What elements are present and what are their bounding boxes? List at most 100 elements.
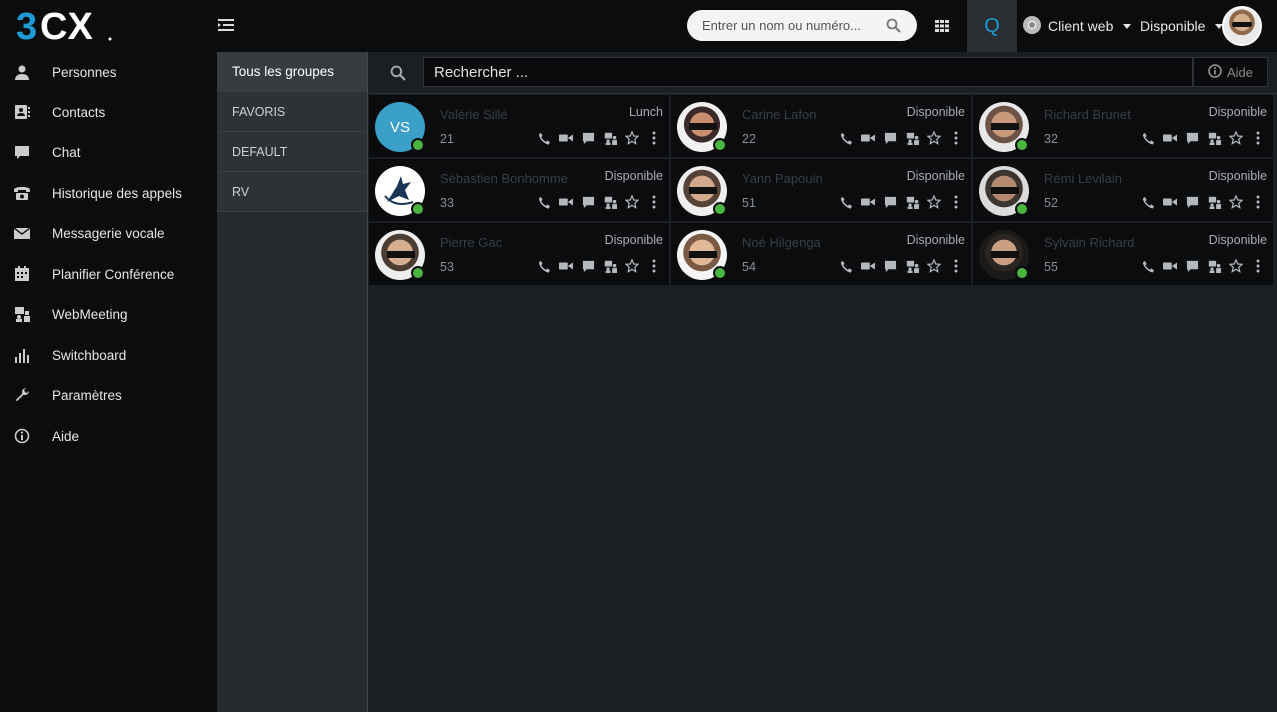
webmeeting-icon[interactable]	[905, 131, 919, 145]
queue-button[interactable]: Q	[967, 0, 1017, 52]
video-icon[interactable]	[559, 259, 573, 273]
contact-card[interactable]: VS Valérie Sillé 21 Lunch	[369, 95, 669, 157]
star-icon[interactable]	[625, 195, 639, 209]
contact-card[interactable]: Carine Lafon 22 Disponible	[671, 95, 971, 157]
phone-icon[interactable]	[1141, 195, 1155, 209]
contact-name: Rémi Levilain	[1044, 171, 1123, 186]
webmeeting-icon[interactable]	[1207, 259, 1221, 273]
sidebar-item-personnes[interactable]: Personnes	[0, 52, 217, 92]
contact-status: Disponible	[604, 233, 663, 247]
client-selector[interactable]: Client web	[1022, 0, 1132, 52]
more-vertical-icon[interactable]	[949, 131, 963, 145]
sidebar-item-webmeeting[interactable]: WebMeeting	[0, 294, 217, 334]
chat-icon[interactable]	[1185, 195, 1199, 209]
top-search-input[interactable]	[687, 10, 867, 41]
status-dropdown[interactable]: Disponible	[1140, 0, 1224, 52]
phone-icon[interactable]	[537, 259, 551, 273]
sidebar-item-contacts[interactable]: Contacts	[0, 92, 217, 132]
star-icon[interactable]	[1229, 195, 1243, 209]
chat-icon[interactable]	[883, 131, 897, 145]
more-vertical-icon[interactable]	[1251, 259, 1265, 273]
chat-icon[interactable]	[1185, 259, 1199, 273]
contact-status: Disponible	[1208, 105, 1267, 119]
group-item-tous-les-groupes[interactable]: Tous les groupes	[217, 52, 367, 92]
contact-card[interactable]: Sébastien Bonhomme 33 Disponible	[369, 159, 669, 221]
phone-icon[interactable]	[537, 131, 551, 145]
user-avatar[interactable]	[1222, 6, 1262, 46]
webmeeting-icon[interactable]	[603, 259, 617, 273]
more-vertical-icon[interactable]	[647, 259, 661, 273]
group-item-default[interactable]: DEFAULT	[217, 132, 367, 172]
phone-icon[interactable]	[839, 195, 853, 209]
more-vertical-icon[interactable]	[949, 259, 963, 273]
star-icon[interactable]	[1229, 259, 1243, 273]
contact-card[interactable]: Sylvain Richard 55 Disponible	[973, 223, 1273, 285]
contact-card[interactable]: Pierre Gac 53 Disponible	[369, 223, 669, 285]
video-icon[interactable]	[861, 259, 875, 273]
webmeeting-icon[interactable]	[1207, 131, 1221, 145]
sidebar-item-chat[interactable]: Chat	[0, 132, 217, 172]
sidebar-item-paramètres[interactable]: Paramètres	[0, 375, 217, 415]
more-vertical-icon[interactable]	[647, 195, 661, 209]
webmeeting-icon[interactable]	[603, 195, 617, 209]
more-vertical-icon[interactable]	[1251, 195, 1265, 209]
more-vertical-icon[interactable]	[647, 131, 661, 145]
video-icon[interactable]	[559, 131, 573, 145]
chat-icon[interactable]	[883, 259, 897, 273]
phone-icon[interactable]	[1141, 259, 1155, 273]
video-icon[interactable]	[861, 195, 875, 209]
contact-card[interactable]: Rémi Levilain 52 Disponible	[973, 159, 1273, 221]
video-icon[interactable]	[1163, 195, 1177, 209]
search-icon[interactable]	[886, 18, 901, 36]
star-icon[interactable]	[625, 259, 639, 273]
contact-card[interactable]: Richard Brunet 32 Disponible	[973, 95, 1273, 157]
webmeeting-icon[interactable]	[1207, 195, 1221, 209]
presence-indicator	[713, 266, 727, 280]
phone-icon[interactable]	[1141, 131, 1155, 145]
contact-actions	[1141, 195, 1265, 209]
sidebar-item-planifier-conférence[interactable]: Planifier Conférence	[0, 254, 217, 294]
webmeeting-icon[interactable]	[905, 259, 919, 273]
chat-icon[interactable]	[581, 259, 595, 273]
chat-icon[interactable]	[581, 195, 595, 209]
chat-icon[interactable]	[883, 195, 897, 209]
logo-3cx[interactable]: 3 CX	[16, 8, 116, 44]
group-item-favoris[interactable]: FAVORIS	[217, 92, 367, 132]
chat-icon	[13, 143, 31, 161]
phone-icon[interactable]	[537, 195, 551, 209]
star-icon[interactable]	[927, 131, 941, 145]
help-button[interactable]: Aide	[1193, 57, 1268, 87]
sidebar-item-label: Paramètres	[52, 387, 122, 403]
status-label: Disponible	[1140, 18, 1206, 34]
star-icon[interactable]	[1229, 131, 1243, 145]
sidebar-item-messagerie-vocale[interactable]: Messagerie vocale	[0, 213, 217, 253]
group-item-rv[interactable]: RV	[217, 172, 367, 212]
phone-icon[interactable]	[839, 259, 853, 273]
sidebar-item-aide[interactable]: Aide	[0, 416, 217, 456]
contact-card[interactable]: Yann Papouin 51 Disponible	[671, 159, 971, 221]
sidebar-item-historique-des-appels[interactable]: Historique des appels	[0, 173, 217, 213]
bar-chart-icon	[13, 346, 31, 364]
more-vertical-icon[interactable]	[949, 195, 963, 209]
contact-card[interactable]: Noé Hilgenga 54 Disponible	[671, 223, 971, 285]
video-icon[interactable]	[559, 195, 573, 209]
phone-icon[interactable]	[839, 131, 853, 145]
dialpad-icon[interactable]	[934, 18, 950, 34]
main-panel: Aide VSValérie Sillé21LunchCarine Lafon2…	[368, 52, 1277, 712]
webmeeting-icon[interactable]	[603, 131, 617, 145]
star-icon[interactable]	[927, 259, 941, 273]
webmeeting-icon[interactable]	[905, 195, 919, 209]
menu-toggle-icon[interactable]	[218, 18, 234, 32]
sidebar-item-label: Aide	[52, 428, 80, 444]
more-vertical-icon[interactable]	[1251, 131, 1265, 145]
star-icon[interactable]	[927, 195, 941, 209]
video-icon[interactable]	[1163, 131, 1177, 145]
chat-icon[interactable]	[581, 131, 595, 145]
chat-icon[interactable]	[1185, 131, 1199, 145]
envelope-icon	[13, 224, 31, 242]
sidebar-item-switchboard[interactable]: Switchboard	[0, 335, 217, 375]
star-icon[interactable]	[625, 131, 639, 145]
video-icon[interactable]	[861, 131, 875, 145]
people-search-input[interactable]	[423, 57, 1193, 87]
video-icon[interactable]	[1163, 259, 1177, 273]
